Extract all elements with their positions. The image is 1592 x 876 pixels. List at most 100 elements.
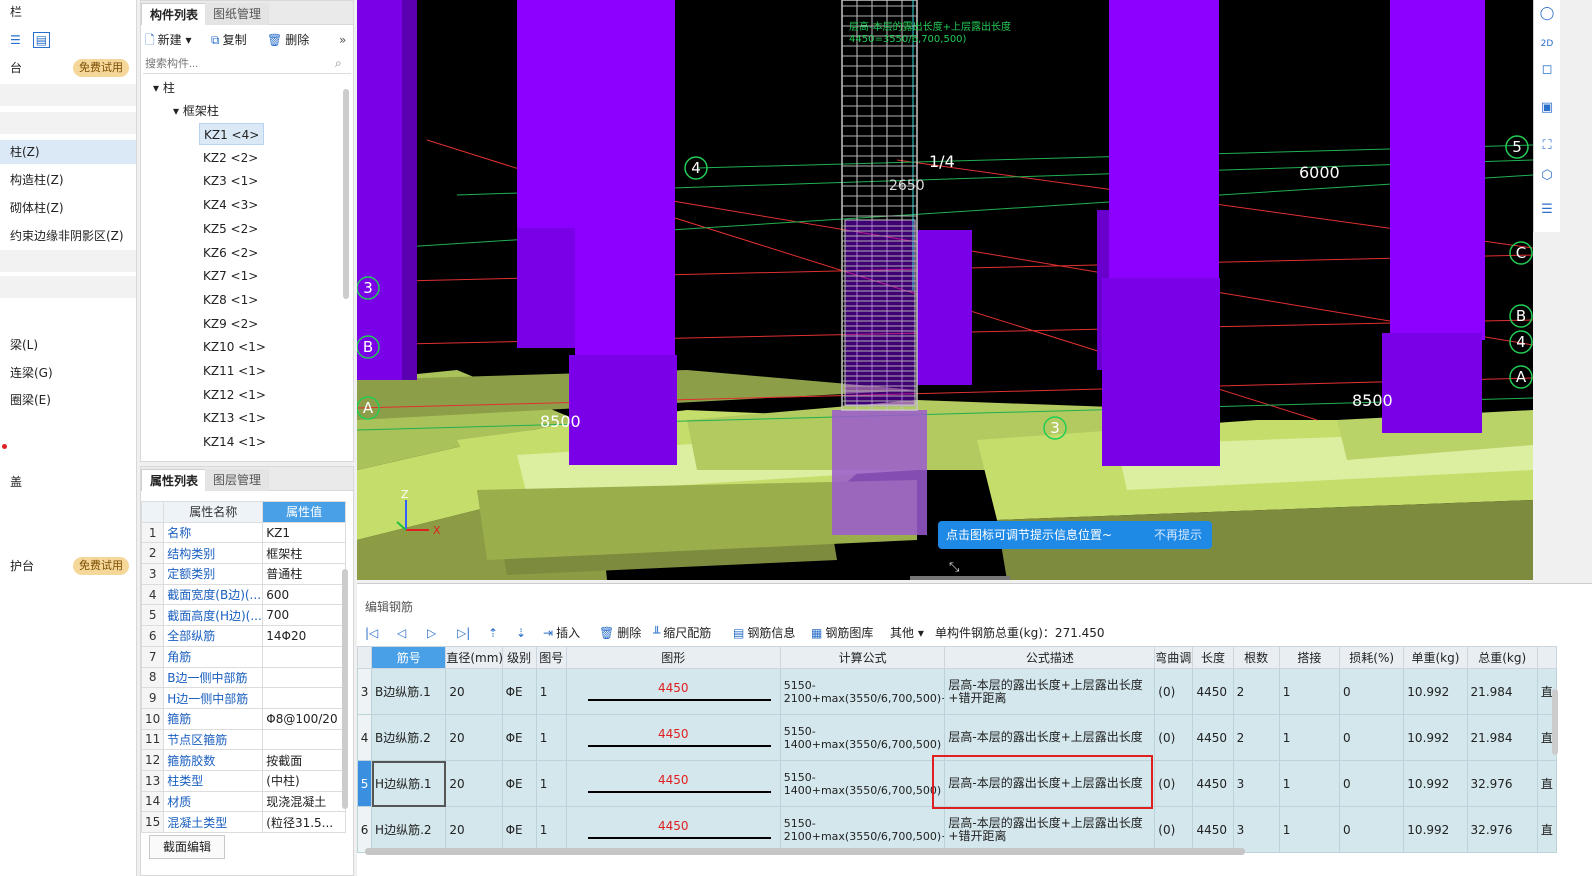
nav-item-7[interactable]: 砌体柱(Z) xyxy=(0,196,136,220)
scale-rebar-button[interactable]: ╨ 缩尺配筋 xyxy=(653,622,711,644)
nav-item-3[interactable] xyxy=(0,84,136,106)
rebar-count-cell[interactable]: 3 xyxy=(1232,760,1280,807)
component-item[interactable]: KZ4 <3> xyxy=(203,194,258,216)
rebar-total-cell[interactable]: 21.984 xyxy=(1466,714,1538,761)
component-item[interactable]: KZ13 <1> xyxy=(203,407,266,429)
rebar-row[interactable]: 6 H边纵筋.2 20 ΦE 1 4450 5150-2100+max(3550/6,700… xyxy=(356,806,1558,853)
copy-button[interactable]: ⧉ 复制 xyxy=(211,29,247,51)
formula-cell[interactable]: 5150-2100+max(3550/6,700,500)+1*35*d xyxy=(779,668,946,715)
nav-item-4[interactable] xyxy=(0,112,136,134)
rebar-fig-cell[interactable]: 1 xyxy=(535,760,567,807)
property-row[interactable]: 13 柱类型 (中柱) xyxy=(140,769,346,792)
rebar-unit-cell[interactable]: 10.992 xyxy=(1403,760,1468,807)
move-up-icon[interactable]: ⇡ xyxy=(488,622,498,644)
tab-drawing-manager[interactable]: 图纸管理 xyxy=(205,3,270,25)
prop-value[interactable]: 600 xyxy=(262,583,346,606)
rebar-extra-cell[interactable]: 直 xyxy=(1536,760,1558,807)
rebar-dia-cell[interactable]: 20 xyxy=(445,668,503,715)
component-item[interactable]: KZ1 <4> xyxy=(199,123,265,145)
shape-cell[interactable]: 4450 xyxy=(565,714,781,761)
rebar-info-button[interactable]: ▤ 钢筋信息 xyxy=(733,622,795,644)
property-row[interactable]: 10 箍筋 Φ8@100/20 xyxy=(140,707,346,730)
nav-item-12[interactable]: 连梁(G) xyxy=(0,361,136,385)
rebar-vscroll[interactable] xyxy=(1552,689,1558,755)
nav-item-5[interactable]: 柱(Z) xyxy=(0,140,136,164)
formula-desc-cell[interactable]: 层高-本层的露出长度+上层露出长度+错开距离 xyxy=(944,806,1156,853)
rebar-dia-cell[interactable]: 20 xyxy=(445,714,503,761)
rebar-total-cell[interactable]: 21.984 xyxy=(1466,668,1538,715)
component-item[interactable]: KZ5 <2> xyxy=(203,218,258,240)
component-item[interactable]: KZ11 <1> xyxy=(203,360,266,382)
rebar-loss-cell[interactable]: 0 xyxy=(1339,668,1405,715)
rebar-delete-button[interactable]: 🗑 删除 xyxy=(599,622,641,644)
rebar-len-cell[interactable]: 4450 xyxy=(1192,714,1234,761)
nav-item-9[interactable] xyxy=(0,250,136,272)
component-item[interactable]: KZ3 <1> xyxy=(203,170,258,192)
rebar-col-header[interactable]: 总重(kg) xyxy=(1466,646,1538,669)
component-item[interactable]: KZ10 <1> xyxy=(203,336,266,358)
prop-value[interactable] xyxy=(262,687,346,709)
rebar-unit-cell[interactable]: 10.992 xyxy=(1403,714,1468,761)
next-row-icon[interactable]: ▷ xyxy=(427,622,436,644)
rebar-count-cell[interactable]: 3 xyxy=(1232,806,1280,853)
collapse-icon[interactable]: ⤡ xyxy=(949,560,959,575)
component-item[interactable]: KZ9 <2> xyxy=(203,313,258,335)
settings-list-icon[interactable]: ☰ xyxy=(1537,200,1557,220)
rebar-fig-cell[interactable]: 1 xyxy=(535,668,567,715)
rebar-col-header[interactable]: 计算公式 xyxy=(779,646,946,669)
prev-row-icon[interactable]: ◁ xyxy=(397,622,406,644)
formula-cell[interactable]: 5150-1400+max(3550/6,700,500) xyxy=(779,760,946,807)
rebar-col-header[interactable]: 长度 xyxy=(1192,646,1234,669)
new-button[interactable]: 🗋 新建 ▾ xyxy=(145,29,192,51)
2d-view-icon[interactable]: 2D xyxy=(1537,34,1557,54)
rebar-col-header[interactable]: 筋号 xyxy=(371,646,447,669)
rebar-dia-cell[interactable]: 20 xyxy=(445,760,503,807)
rebar-fig-cell[interactable]: 1 xyxy=(535,714,567,761)
detail-view-icon[interactable]: ▤ xyxy=(32,32,51,48)
prop-value[interactable]: 框架柱 xyxy=(262,542,346,565)
prop-value[interactable]: 按截面 xyxy=(262,749,346,771)
rebar-col-header[interactable]: 公式描述 xyxy=(944,646,1156,669)
component-item[interactable]: KZ7 <1> xyxy=(203,265,258,287)
formula-desc-cell[interactable]: 层高-本层的露出长度+上层露出长度 xyxy=(944,714,1156,761)
dismiss-hint-button[interactable]: 不再提示 xyxy=(1154,521,1202,549)
rebar-grade-cell[interactable]: ΦE xyxy=(501,806,537,853)
prop-value[interactable] xyxy=(262,728,346,751)
list-view-icon[interactable]: ☰ xyxy=(10,33,21,47)
prop-value[interactable] xyxy=(262,666,346,689)
fit-view-icon[interactable]: ⛶ xyxy=(1537,136,1557,156)
rebar-row[interactable]: 3 B边纵筋.1 20 ΦE 1 4450 5150-2100+max(3550/6,700… xyxy=(356,668,1558,715)
nav-item-0[interactable]: 栏 xyxy=(0,0,136,24)
rebar-col-header[interactable]: 搭接 xyxy=(1278,646,1341,669)
tree-node-column[interactable]: ▾ 柱 xyxy=(153,77,175,99)
rebar-col-header[interactable]: 弯曲调整 xyxy=(1154,646,1194,669)
rebar-count-cell[interactable]: 2 xyxy=(1232,668,1280,715)
prop-value[interactable] xyxy=(262,645,346,668)
property-row[interactable]: 1 名称 KZ1 xyxy=(140,521,346,544)
more-icon[interactable]: » xyxy=(339,29,346,51)
rebar-len-cell[interactable]: 4450 xyxy=(1192,668,1234,715)
search-icon[interactable]: ⌕ xyxy=(335,56,342,71)
other-menu[interactable]: 其他 ▾ xyxy=(890,622,924,644)
rebar-bend-cell[interactable]: (0) xyxy=(1154,760,1194,807)
prop-value[interactable]: 现浇混凝土 xyxy=(262,790,346,813)
formula-desc-cell[interactable]: 层高-本层的露出长度+上层露出长度 xyxy=(944,760,1156,807)
formula-cell[interactable]: 5150-2100+max(3550/6,700,500)+1*35*d xyxy=(779,806,946,853)
rebar-id-cell[interactable]: B边纵筋.1 xyxy=(371,668,447,715)
nav-item-14[interactable]: 盖 xyxy=(0,470,136,494)
shape-cell[interactable]: 4450 xyxy=(565,760,781,807)
rebar-library-button[interactable]: ▦ 钢筋图库 xyxy=(811,622,873,644)
nav-item-11[interactable]: 梁(L) xyxy=(0,333,136,357)
nav-item-2[interactable]: 台 免费试用 xyxy=(0,56,136,80)
rebar-dia-cell[interactable]: 20 xyxy=(445,806,503,853)
tab-property-list[interactable]: 属性列表 xyxy=(141,469,208,491)
prop-value[interactable]: 700 xyxy=(262,604,346,627)
component-item[interactable]: KZ6 <2> xyxy=(203,242,258,264)
3d-object-icon[interactable]: ⬡ xyxy=(1537,166,1557,186)
rebar-lap-cell[interactable]: 1 xyxy=(1278,806,1341,853)
rebar-count-cell[interactable]: 2 xyxy=(1232,714,1280,761)
component-item[interactable]: KZ12 <1> xyxy=(203,384,266,406)
property-row[interactable]: 9 H边一侧中部筋 xyxy=(140,687,346,709)
property-row[interactable]: 12 箍筋胶数 按截面 xyxy=(140,749,346,771)
tab-layer-manager[interactable]: 图层管理 xyxy=(205,469,270,491)
